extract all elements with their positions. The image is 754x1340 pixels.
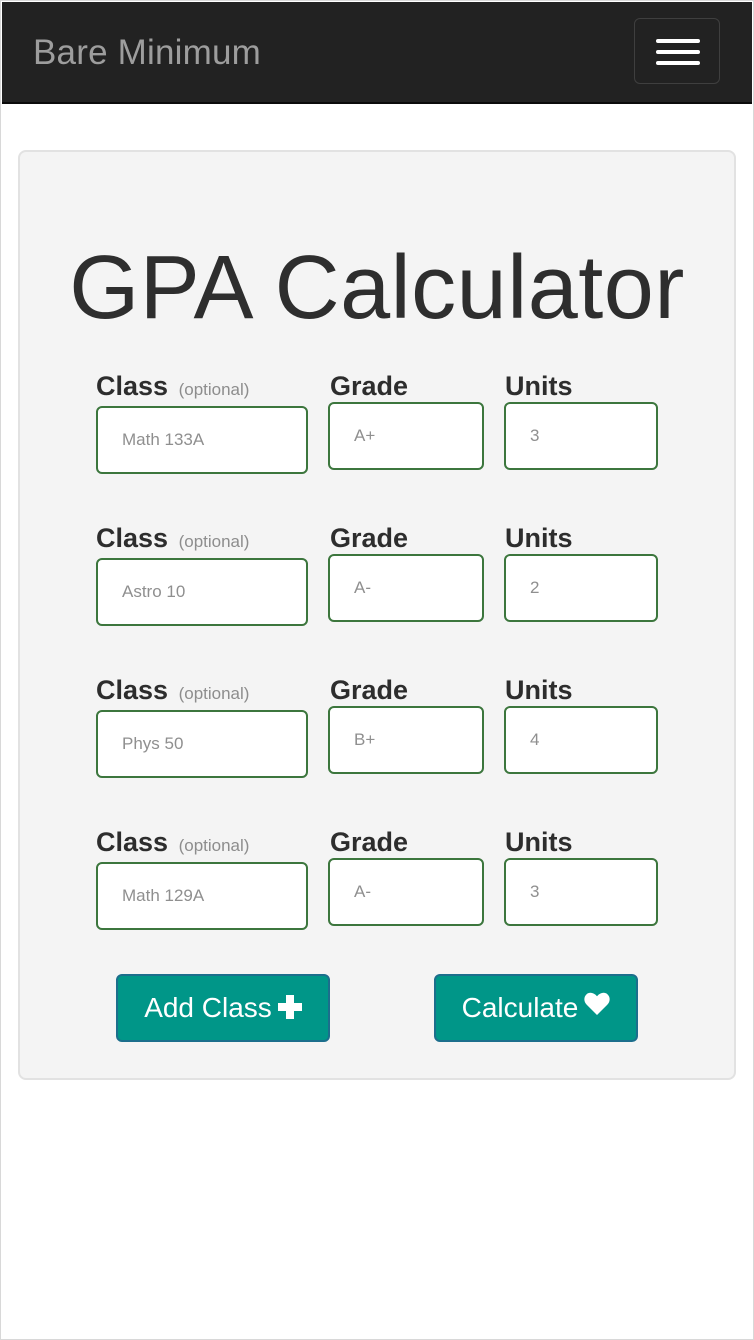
- optional-hint: (optional): [178, 532, 250, 551]
- units-label: Units: [505, 523, 573, 553]
- grade-input[interactable]: [328, 402, 484, 470]
- page-title: GPA Calculator: [69, 238, 685, 338]
- heart-icon: [584, 975, 611, 1039]
- calculate-button[interactable]: Calculate: [434, 974, 638, 1042]
- class-label: Class (optional): [96, 674, 249, 710]
- units-input[interactable]: [504, 554, 658, 622]
- hamburger-bar: [656, 39, 700, 43]
- class-row: Class (optional) Grade Units: [0, 522, 754, 652]
- grade-input[interactable]: [328, 858, 484, 926]
- class-row: Class (optional) Grade Units: [0, 826, 754, 956]
- class-name-input[interactable]: [96, 406, 308, 474]
- grade-label: Grade: [330, 523, 409, 553]
- class-label-text: Class: [96, 371, 169, 401]
- grade-label: Grade: [330, 675, 409, 705]
- class-label: Class (optional): [96, 370, 249, 406]
- class-name-input[interactable]: [96, 558, 308, 626]
- grade-input[interactable]: [328, 554, 484, 622]
- units-input[interactable]: [504, 402, 658, 470]
- class-label-text: Class: [96, 675, 169, 705]
- class-label: Class (optional): [96, 522, 249, 558]
- grade-label: Grade: [330, 827, 409, 857]
- class-label-text: Class: [96, 523, 169, 553]
- grade-label: Grade: [330, 371, 409, 401]
- calculate-label: Calculate: [461, 992, 579, 1023]
- class-label-text: Class: [96, 827, 169, 857]
- grade-input[interactable]: [328, 706, 484, 774]
- class-row: Class (optional) Grade Units: [0, 674, 754, 804]
- class-row: Class (optional) Grade Units: [0, 370, 754, 500]
- optional-hint: (optional): [178, 684, 250, 703]
- optional-hint: (optional): [178, 836, 250, 855]
- navbar-toggle-button[interactable]: [634, 18, 720, 84]
- units-label: Units: [505, 675, 573, 705]
- navbar-brand[interactable]: Bare Minimum: [33, 32, 261, 74]
- units-label: Units: [505, 371, 573, 401]
- units-label: Units: [505, 827, 573, 857]
- add-class-button[interactable]: Add Class: [116, 974, 330, 1042]
- optional-hint: (optional): [178, 380, 250, 399]
- add-class-label: Add Class: [144, 992, 272, 1023]
- units-input[interactable]: [504, 858, 658, 926]
- hamburger-bar: [656, 61, 700, 65]
- plus-icon: [277, 994, 302, 1019]
- class-name-input[interactable]: [96, 862, 308, 930]
- navbar: Bare Minimum: [2, 2, 752, 104]
- hamburger-bar: [656, 50, 700, 54]
- class-label: Class (optional): [96, 826, 249, 862]
- class-name-input[interactable]: [96, 710, 308, 778]
- units-input[interactable]: [504, 706, 658, 774]
